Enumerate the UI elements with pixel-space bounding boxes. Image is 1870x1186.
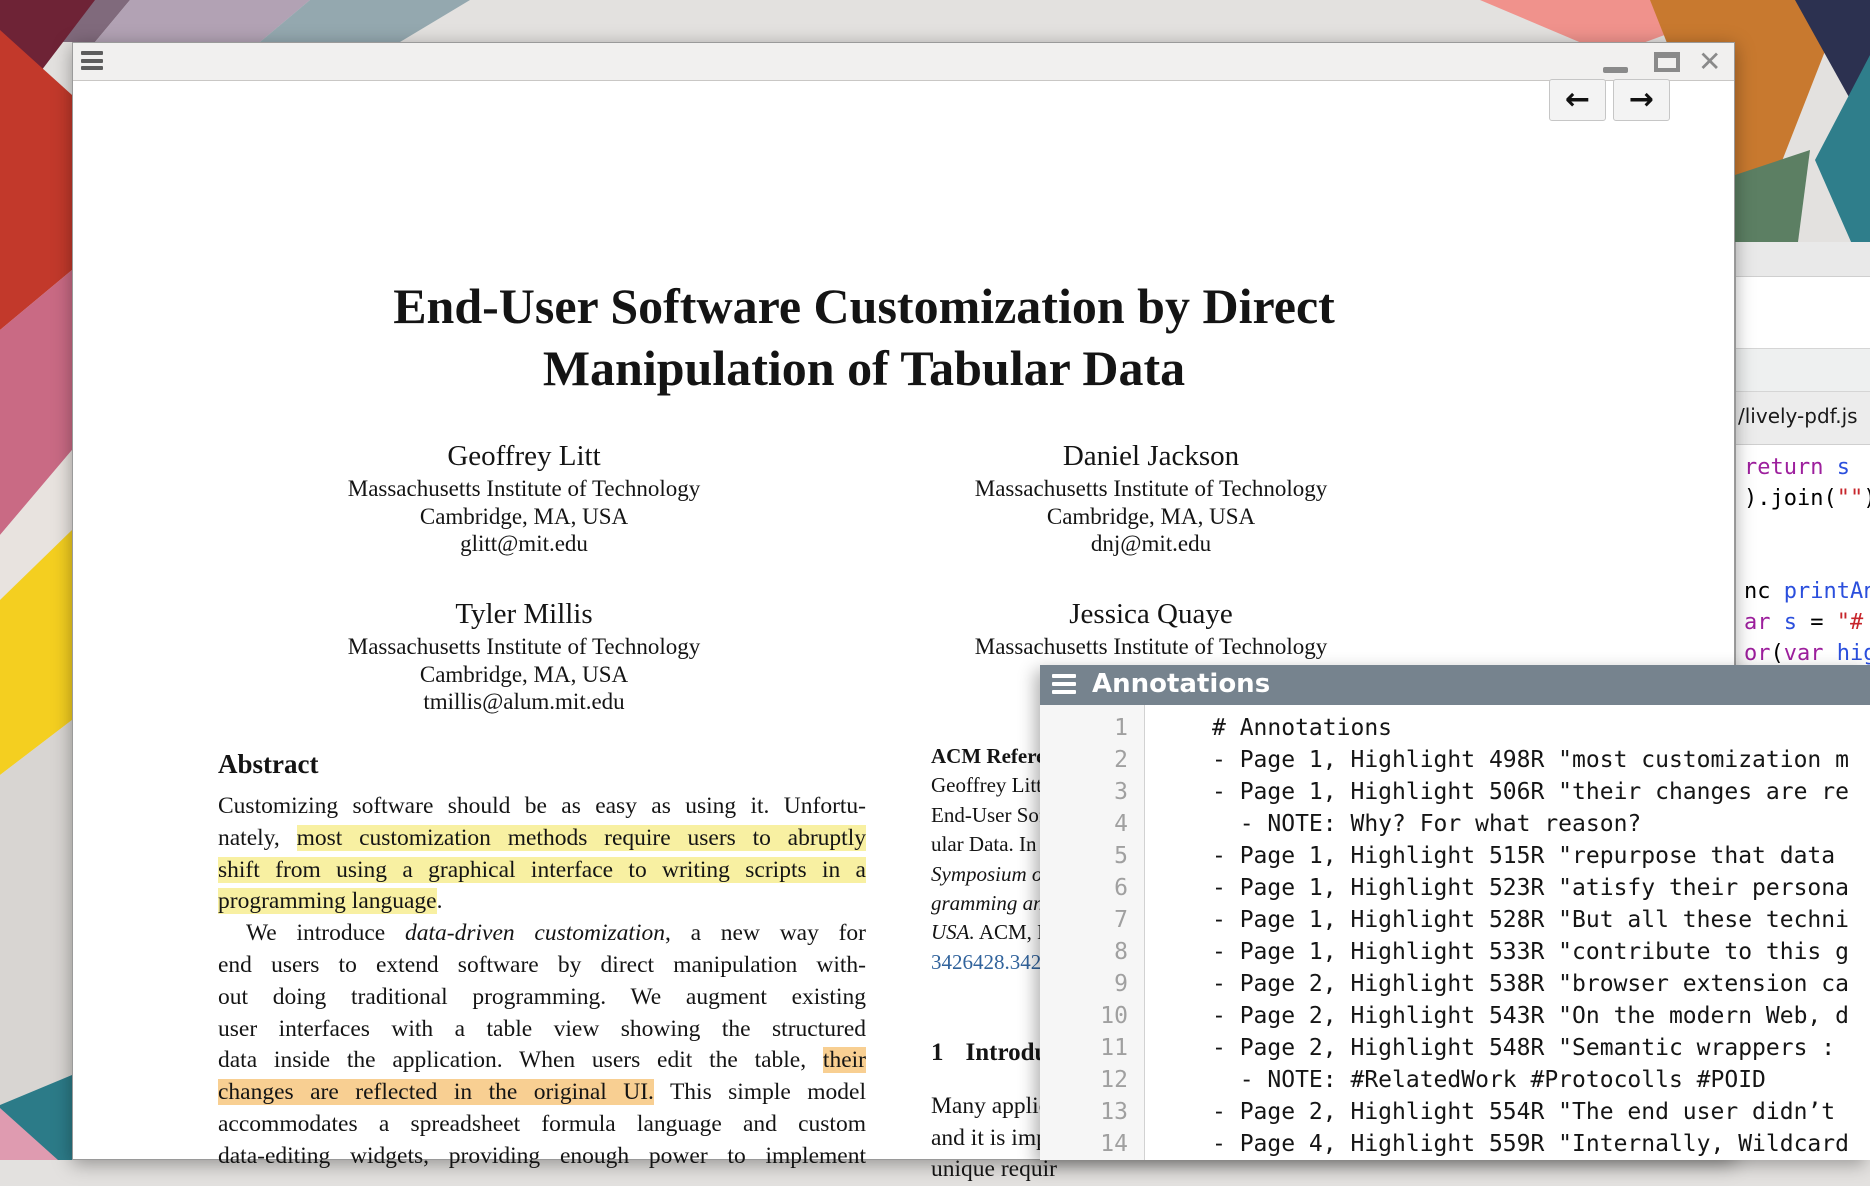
line-number-gutter: 1 2 3 4 5 6 7 8 9 10 11 12 13 14 (1040, 705, 1145, 1160)
annotation-line[interactable]: - Page 4, Highlight 559R "Internally, Wi… (1212, 1128, 1870, 1160)
editor-titlebar[interactable] (1736, 242, 1870, 277)
desktop: { "pdf": { "nav": { "back": "←", "forwar… (0, 0, 1870, 1160)
editor-toolbar (1736, 348, 1870, 392)
code-line-blank (1744, 514, 1870, 545)
author-geoffrey-litt: Geoffrey Litt Massachusetts Institute of… (224, 438, 824, 558)
maximize-button[interactable] (1654, 52, 1680, 72)
code-line: ar s = "# (1744, 607, 1870, 638)
minimize-button[interactable] (1603, 67, 1628, 73)
highlight-yellow[interactable]: shift from using a graphical interface t… (218, 857, 866, 883)
pdf-titlebar[interactable]: ✕ (73, 43, 1734, 81)
annotation-line[interactable]: - Page 2, Highlight 548R "Semantic wrapp… (1212, 1032, 1870, 1064)
introduction-heading: 1Introdu (931, 1039, 1048, 1067)
back-button[interactable]: ← (1549, 79, 1606, 121)
annotation-line[interactable]: - NOTE: Why? For what reason? (1212, 808, 1870, 840)
close-button[interactable]: ✕ (1698, 46, 1721, 78)
code-line: nc printAn (1744, 576, 1870, 607)
paper-title: End-User Software Customization by Direc… (73, 275, 1655, 399)
annotations-panel: Annotations 1 2 3 4 5 6 7 8 9 10 11 12 1… (1040, 665, 1870, 1160)
highlight-yellow[interactable]: programming language (218, 888, 437, 914)
annotation-line[interactable]: - NOTE: #RelatedWork #Protocolls #POID (1212, 1064, 1870, 1096)
tab-lively-pdf-js[interactable]: /lively-pdf.js (1738, 404, 1858, 428)
annotation-line[interactable]: - Page 1, Highlight 533R "contribute to … (1212, 936, 1870, 968)
highlight-yellow[interactable]: most customization methods require users… (297, 825, 866, 851)
author-tyler-millis: Tyler Millis Massachusetts Institute of … (224, 596, 824, 716)
annotation-line[interactable]: - Page 1, Highlight 515R "repurpose that… (1212, 840, 1870, 872)
annotations-panel-header[interactable]: Annotations (1040, 665, 1870, 705)
annotation-line[interactable]: - Page 1, Highlight 523R "atisfy their p… (1212, 872, 1870, 904)
menu-icon[interactable] (81, 51, 103, 74)
editor-tab-strip: /lively-pdf.js (1736, 392, 1870, 445)
annotation-line[interactable]: - Page 2, Highlight 538R "browser extens… (1212, 968, 1870, 1000)
code-line: return s (1744, 452, 1870, 483)
abstract-body: Customizing software should be as easy a… (218, 791, 866, 1173)
annotation-line[interactable]: - Page 2, Highlight 543R "On the modern … (1212, 1000, 1870, 1032)
code-line-blank (1744, 545, 1870, 576)
editor-code-area[interactable]: return s ).join("") nc printAn ar s = "#… (1744, 452, 1870, 669)
annotation-line[interactable]: - Page 1, Highlight 506R "their changes … (1212, 776, 1870, 808)
code-line: ).join("") (1744, 483, 1870, 514)
author-daniel-jackson: Daniel Jackson Massachusetts Institute o… (851, 438, 1451, 558)
annotations-panel-title: Annotations (1092, 669, 1270, 699)
annotations-editor[interactable]: # Annotations - Page 1, Highlight 498R "… (1146, 705, 1870, 1160)
annotation-line[interactable]: - Page 2, Highlight 554R "The end user d… (1212, 1096, 1870, 1128)
panel-menu-icon[interactable] (1052, 674, 1076, 698)
highlight-orange[interactable]: their (823, 1047, 866, 1073)
annotation-line[interactable]: - Page 1, Highlight 528R "But all these … (1212, 904, 1870, 936)
forward-button[interactable]: → (1613, 79, 1670, 121)
annotation-line[interactable]: - Page 1, Highlight 498R "most customiza… (1212, 744, 1870, 776)
highlight-orange[interactable]: changes are reflected in the original UI… (218, 1079, 654, 1105)
annotation-line[interactable]: # Annotations (1212, 712, 1870, 744)
abstract-heading: Abstract (218, 749, 318, 780)
